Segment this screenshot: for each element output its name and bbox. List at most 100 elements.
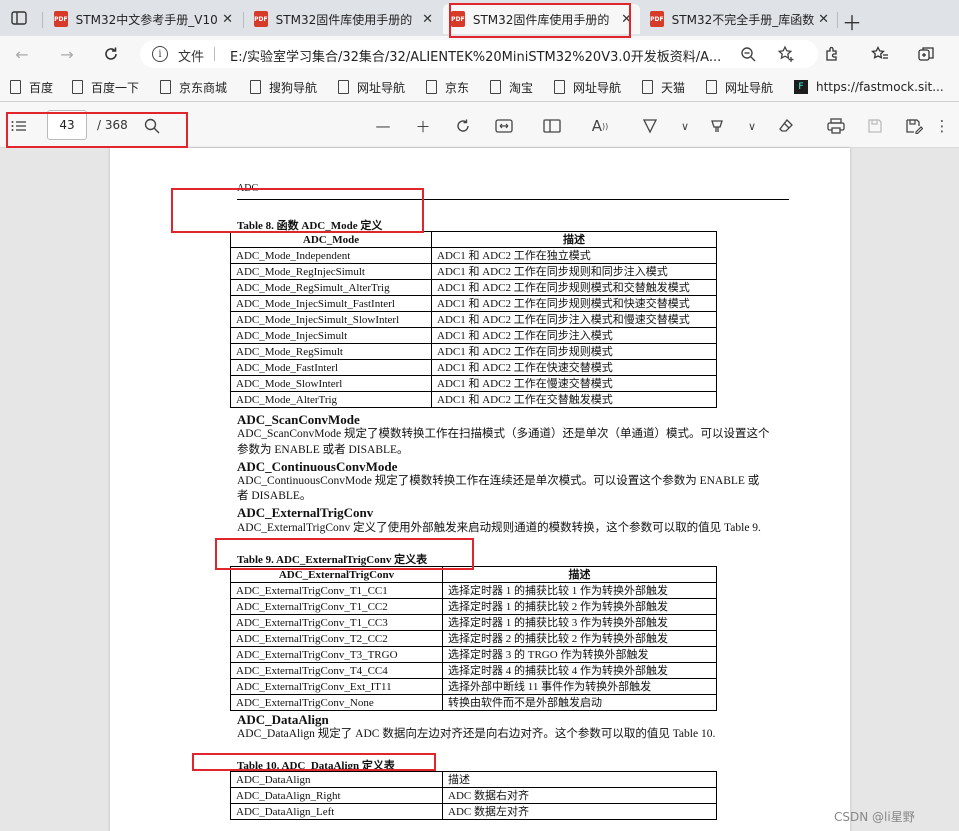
bookmark-item[interactable]: Fhttps://fastmock.sit... — [794, 78, 944, 96]
table-cell: ADC_Mode_InjecSimult_SlowInterl — [230, 311, 432, 328]
bookmark-item[interactable]: 百度 — [10, 78, 53, 96]
bookmark-label: 网址导航 — [357, 80, 406, 95]
pdf-icon: PDF — [254, 11, 268, 27]
scheme-label: 文件 — [178, 50, 205, 65]
tab-title: STM32固件库使用手册的 — [275, 12, 413, 27]
url-text[interactable]: E:/实验室学习集合/32集合/32/ALIENTEK%20MiniSTM32%… — [230, 46, 730, 65]
table-row: ADC_DataAlign_Right ADC 数据右对齐 — [230, 787, 717, 804]
bookmark-item[interactable]: 京东商城 — [160, 78, 227, 96]
table-cell: ADC_Mode_Independent — [230, 247, 432, 264]
table-cell: 选择定时器 1 的捕获比较 3 作为转换外部触发 — [442, 614, 717, 631]
forward-icon[interactable]: → — [55, 42, 79, 66]
table-cell: ADC_ExternalTrigConv_T1_CC2 — [230, 598, 443, 615]
favorite-add-icon[interactable] — [774, 42, 798, 66]
section-heading: ADC_ScanConvMode — [237, 412, 360, 427]
draw-icon[interactable] — [639, 115, 661, 137]
table-of-contents-icon[interactable] — [8, 115, 30, 137]
page-icon — [72, 80, 83, 94]
tab-divider — [243, 12, 244, 28]
table-cell: ADC_Mode_SlowInterl — [230, 375, 432, 392]
chevron-down-icon[interactable]: ∨ — [741, 115, 763, 137]
table-cell: ADC1 和 ADC2 工作在快速交替模式 — [431, 359, 717, 376]
section-heading: ADC_ContinuousConvMode — [237, 459, 398, 474]
zoom-out-icon[interactable] — [736, 42, 760, 66]
document-viewport[interactable]: ADC Table 8. 函数 ADC_Mode 定义 ADC_Mode 描述 … — [0, 148, 959, 831]
table-cell: ADC1 和 ADC2 工作在同步规则模式 — [431, 343, 717, 360]
more-icon[interactable]: ⋮ — [935, 115, 950, 137]
close-icon[interactable]: ✕ — [422, 12, 433, 27]
tab-title: STM32不完全手册_库函数 — [671, 12, 815, 27]
table-row: ADC_Mode_FastInterl ADC1 和 ADC2 工作在快速交替模式 — [230, 359, 717, 376]
tab-actions-icon[interactable] — [6, 6, 32, 30]
extensions-icon[interactable] — [820, 42, 844, 66]
tab-strip: PDF STM32中文参考手册_V10 ✕ PDF STM32固件库使用手册的 … — [0, 0, 959, 36]
tab-1[interactable]: PDF STM32中文参考手册_V10 ✕ — [46, 4, 241, 34]
paragraph-line: 者 DISABLE。 — [237, 490, 312, 502]
pdf-icon: PDF — [451, 11, 465, 27]
bookmark-item[interactable]: 网址导航 — [338, 78, 405, 96]
table-header-cell: ADC_ExternalTrigConv — [230, 566, 443, 583]
zoom-out-icon[interactable]: — — [372, 115, 394, 137]
table-cell: ADC_Mode_RegSimult_AlterTrig — [230, 279, 432, 296]
tab-3-active[interactable]: PDF STM32固件库使用手册的 ✕ — [443, 4, 640, 34]
page-icon — [250, 80, 261, 94]
save-as-icon[interactable] — [903, 115, 925, 137]
refresh-icon[interactable] — [99, 42, 123, 66]
table-header-row: ADC_ExternalTrigConv 描述 — [230, 566, 717, 583]
pdf-toolbar: 43 / 368 — ＋ A)) ∨ ∨ ⋮ — [0, 102, 959, 148]
table-row: ADC_DataAlign 描述 — [230, 771, 717, 788]
page-icon — [490, 80, 501, 94]
close-icon[interactable]: ✕ — [818, 12, 829, 27]
back-icon[interactable]: ← — [10, 42, 34, 66]
bookmark-item[interactable]: 搜狗导航 — [250, 78, 317, 96]
section-heading: ADC_DataAlign — [237, 712, 329, 727]
bookmark-item[interactable]: 淘宝 — [490, 78, 533, 96]
page-number-input[interactable]: 43 — [47, 110, 87, 140]
info-icon[interactable]: i — [152, 46, 168, 62]
tab-title: STM32固件库使用手册的 — [472, 12, 610, 27]
bookmark-item[interactable]: 百度一下 — [72, 78, 139, 96]
table-row: ADC_Mode_SlowInterl ADC1 和 ADC2 工作在慢速交替模式 — [230, 375, 717, 392]
page-view-icon[interactable] — [541, 115, 563, 137]
read-aloud-icon[interactable]: A)) — [589, 115, 611, 137]
collections-icon[interactable] — [914, 42, 938, 66]
table-row: ADC_Mode_InjecSimult_SlowInterl ADC1 和 AD… — [230, 311, 717, 328]
close-icon[interactable]: ✕ — [222, 12, 233, 27]
fastmock-icon: F — [794, 80, 808, 94]
bookmark-label: 网址导航 — [573, 80, 622, 95]
table-cell: ADC1 和 ADC2 工作在同步规则模式和交替触发模式 — [431, 279, 717, 296]
bookmark-item[interactable]: 网址导航 — [706, 78, 773, 96]
table-cell: ADC1 和 ADC2 工作在慢速交替模式 — [431, 375, 717, 392]
page-icon — [160, 80, 171, 94]
tab-2[interactable]: PDF STM32固件库使用手册的 ✕ — [246, 4, 441, 34]
address-bar[interactable]: i 文件 E:/实验室学习集合/32集合/32/ALIENTEK%20MiniS… — [140, 40, 818, 68]
page-icon — [554, 80, 565, 94]
table9-caption: Table 9. ADC_ExternalTrigConv 定义表 — [237, 554, 428, 566]
new-tab-icon[interactable]: ＋ — [842, 7, 862, 36]
fit-width-icon[interactable] — [493, 115, 515, 137]
print-icon[interactable] — [825, 115, 847, 137]
eraser-icon[interactable] — [775, 115, 797, 137]
table-cell: ADC_ExternalTrigConv_T2_CC2 — [230, 630, 443, 647]
bookmark-item[interactable]: 天猫 — [642, 78, 685, 96]
chevron-down-icon[interactable]: ∨ — [674, 115, 696, 137]
bookmark-item[interactable]: 网址导航 — [554, 78, 621, 96]
bookmark-label: 百度一下 — [91, 80, 140, 95]
table-cell: ADC_ExternalTrigConv_T4_CC4 — [230, 662, 443, 679]
table-row: ADC_Mode_Independent ADC1 和 ADC2 工作在独立模式 — [230, 247, 717, 264]
bookmark-item[interactable]: 京东 — [426, 78, 469, 96]
close-icon[interactable]: ✕ — [621, 12, 632, 27]
search-icon[interactable] — [141, 115, 163, 137]
paragraph-line: ADC_ExternalTrigConv 定义了使用外部触发来启动规则通道的模数… — [237, 522, 761, 534]
table9: ADC_ExternalTrigConv 描述 ADC_ExternalTrig… — [230, 566, 717, 711]
table-cell: ADC_ExternalTrigConv_None — [230, 694, 443, 711]
table-cell: ADC 数据右对齐 — [442, 787, 717, 804]
tab-4[interactable]: PDF STM32不完全手册_库函数 ✕ — [642, 4, 837, 34]
zoom-in-icon[interactable]: ＋ — [412, 115, 434, 137]
bookmark-label: 京东商城 — [179, 80, 228, 95]
rotate-icon[interactable] — [452, 115, 474, 137]
page-icon — [338, 80, 349, 94]
highlight-icon[interactable] — [706, 115, 728, 137]
table-header-cell: ADC_Mode — [230, 231, 432, 248]
favorites-icon[interactable] — [868, 42, 892, 66]
